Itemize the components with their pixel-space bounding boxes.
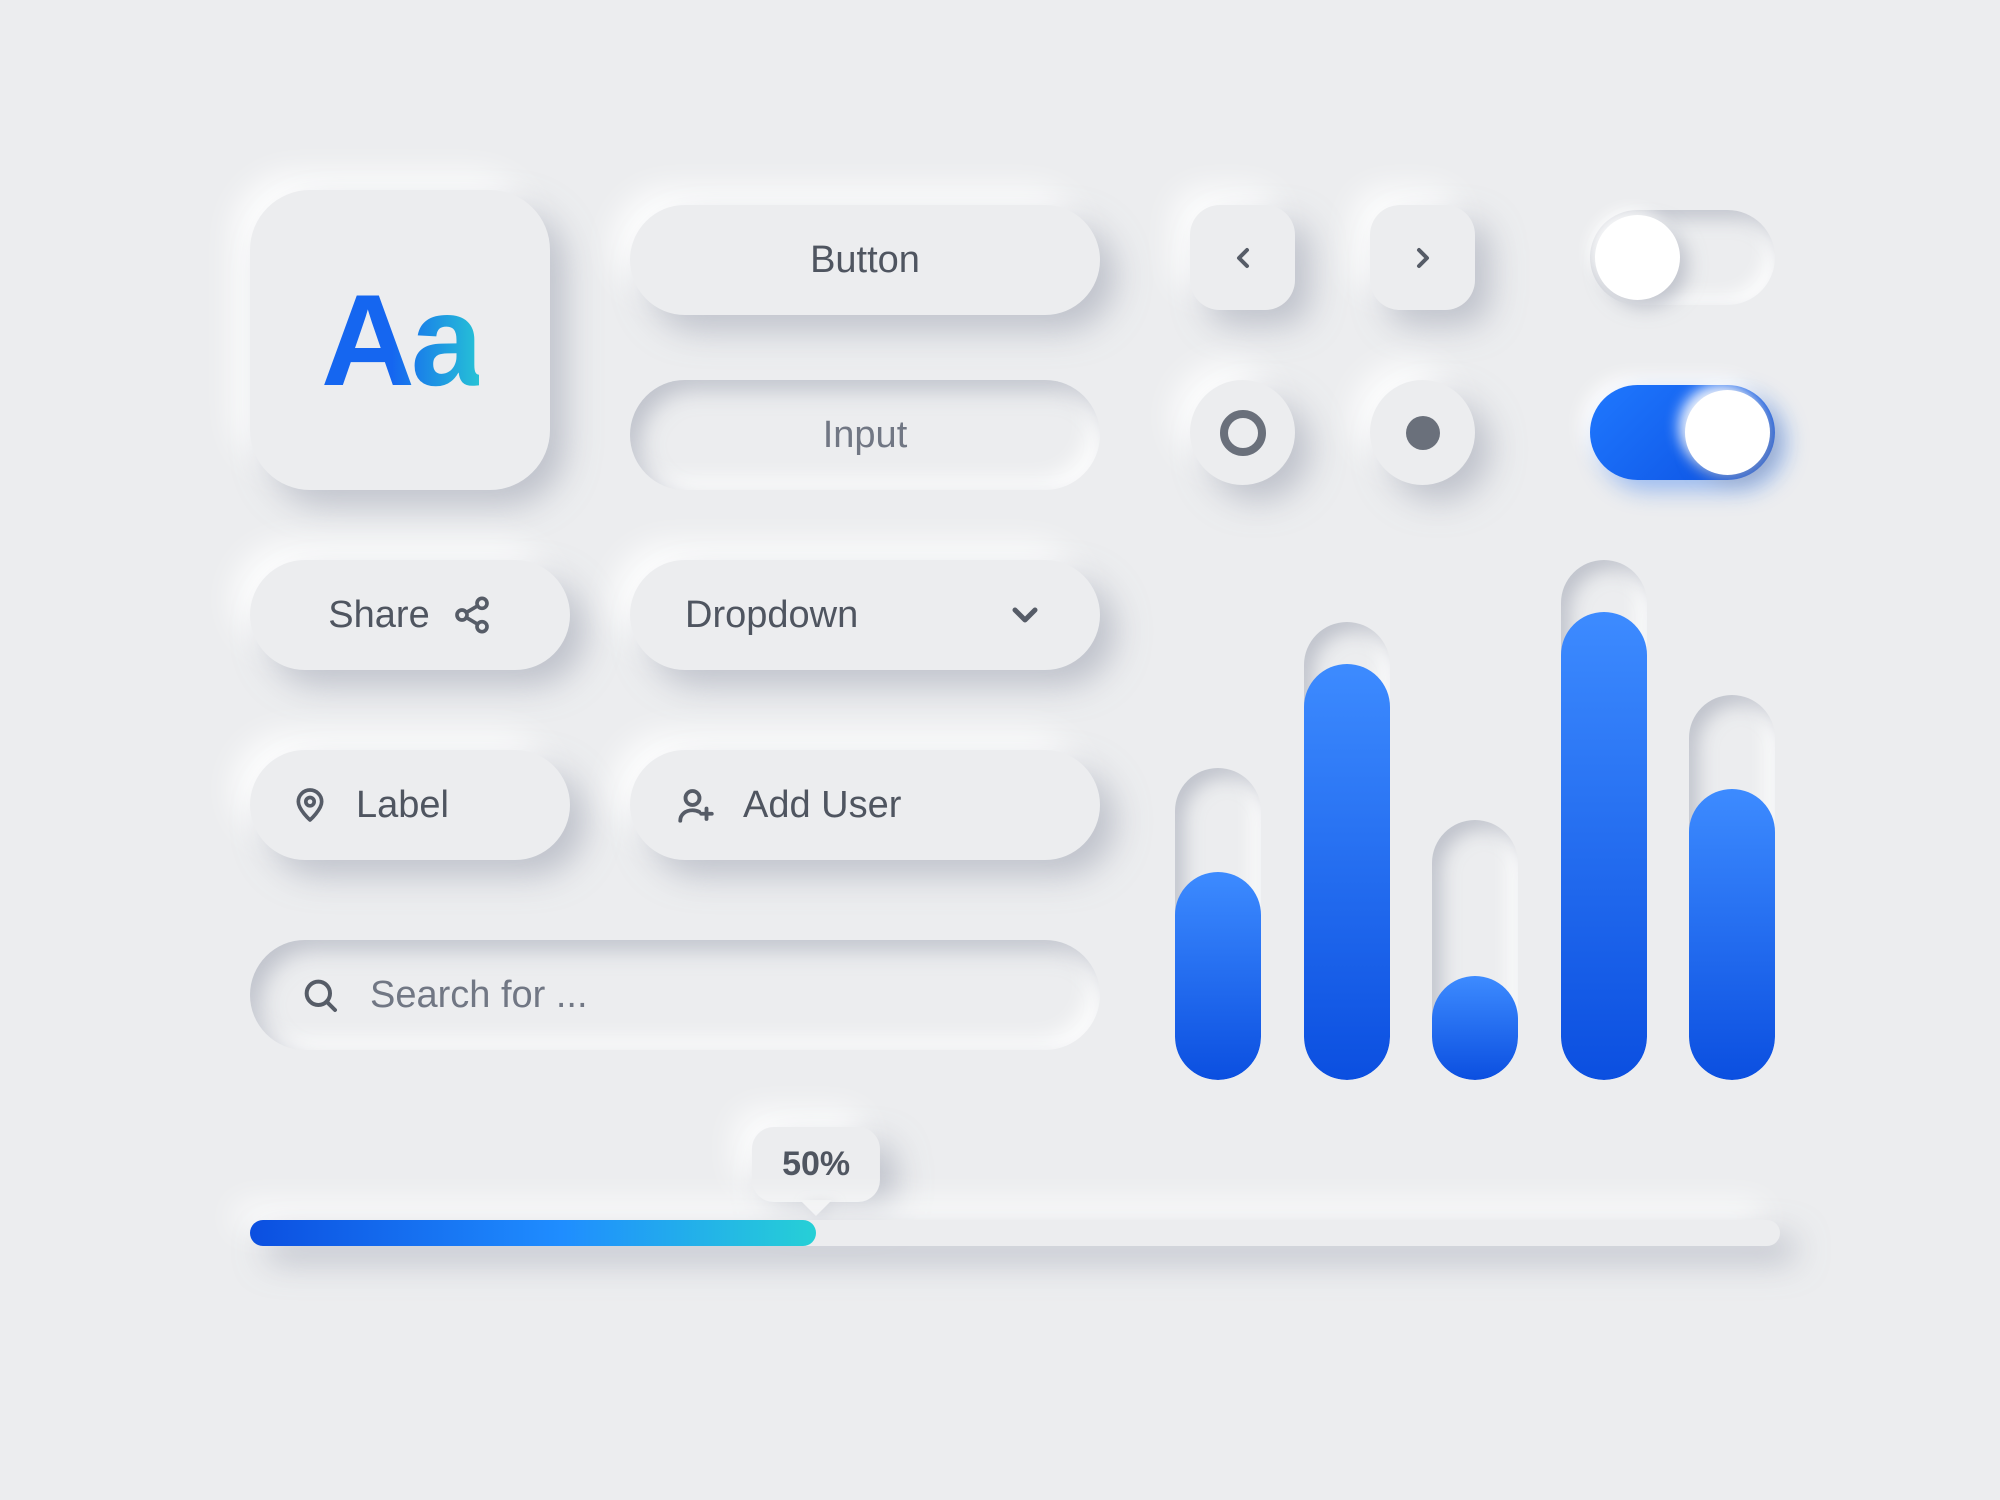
chevron-down-icon — [1005, 595, 1045, 635]
equalizer-fill — [1432, 976, 1518, 1080]
radio-dot-icon — [1406, 416, 1440, 450]
add-user-button[interactable]: Add User — [630, 750, 1100, 860]
next-button[interactable] — [1370, 205, 1475, 310]
equalizer — [1175, 560, 1775, 1080]
chevron-left-icon — [1227, 242, 1259, 274]
equalizer-fill — [1175, 872, 1261, 1080]
prev-button[interactable] — [1190, 205, 1295, 310]
equalizer-track[interactable] — [1432, 820, 1518, 1080]
typography-sample: Aa — [321, 265, 479, 415]
text-input[interactable]: Input — [630, 380, 1100, 490]
radio-selected[interactable] — [1370, 380, 1475, 485]
share-icon — [452, 595, 492, 635]
main-button[interactable]: Button — [630, 205, 1100, 315]
toggle-knob — [1595, 215, 1680, 300]
add-user-button-label: Add User — [743, 784, 901, 827]
search-icon — [300, 975, 340, 1015]
equalizer-fill — [1561, 612, 1647, 1080]
pin-icon — [290, 785, 330, 825]
dropdown-label: Dropdown — [685, 594, 858, 637]
equalizer-track[interactable] — [1175, 768, 1261, 1080]
toggle-off[interactable] — [1590, 210, 1775, 305]
equalizer-fill — [1304, 664, 1390, 1080]
slider-fill — [250, 1220, 816, 1246]
toggle-on[interactable] — [1590, 385, 1775, 480]
typography-tile: Aa — [250, 190, 550, 490]
chevron-right-icon — [1407, 242, 1439, 274]
equalizer-track[interactable] — [1304, 622, 1390, 1080]
slider-track — [250, 1220, 1780, 1246]
equalizer-track[interactable] — [1689, 695, 1775, 1080]
label-button[interactable]: Label — [250, 750, 570, 860]
toggle-knob — [1685, 390, 1770, 475]
equalizer-track[interactable] — [1561, 560, 1647, 1080]
search-input[interactable]: Search for ... — [250, 940, 1100, 1050]
text-input-placeholder: Input — [823, 414, 908, 457]
add-user-icon — [675, 784, 717, 826]
slider-tooltip: 50% — [752, 1127, 880, 1202]
equalizer-fill — [1689, 789, 1775, 1080]
radio-unselected[interactable] — [1190, 380, 1295, 485]
share-button[interactable]: Share — [250, 560, 570, 670]
main-button-label: Button — [810, 239, 920, 282]
search-placeholder: Search for ... — [370, 974, 588, 1017]
radio-ring-icon — [1220, 410, 1266, 456]
dropdown-button[interactable]: Dropdown — [630, 560, 1100, 670]
slider-tooltip-label: 50% — [782, 1145, 850, 1183]
progress-slider[interactable]: 50% — [250, 1220, 1780, 1246]
share-button-label: Share — [328, 594, 429, 637]
label-button-label: Label — [356, 784, 449, 827]
